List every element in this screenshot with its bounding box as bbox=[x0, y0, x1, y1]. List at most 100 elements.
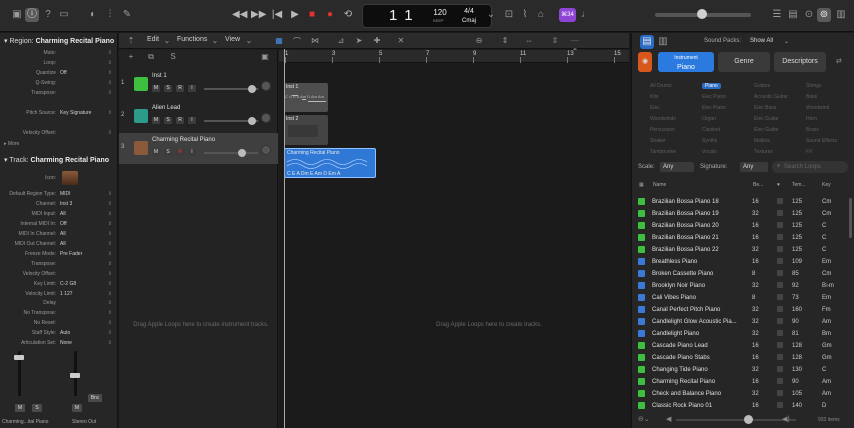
quick-help-icon[interactable]: ? bbox=[41, 8, 55, 22]
track-m-button[interactable]: M bbox=[152, 149, 160, 156]
track-row[interactable]: Delay ⇕ bbox=[0, 299, 118, 308]
filter-keyword[interactable]: Organ bbox=[702, 116, 716, 122]
stepper-icon[interactable]: ⇕ bbox=[108, 79, 112, 88]
filter-keyword[interactable]: Tambourine bbox=[650, 149, 676, 155]
filter-keyword[interactable]: Brass bbox=[806, 127, 819, 133]
row-value[interactable]: Key Signature bbox=[60, 109, 91, 118]
filter-keyword[interactable]: Strings bbox=[806, 83, 822, 89]
filter-keyword[interactable]: Elec Bass bbox=[754, 105, 776, 111]
track-row[interactable]: Articulation Set: None ⇕ bbox=[0, 339, 118, 348]
row-value[interactable]: Auto bbox=[60, 329, 70, 338]
row-value[interactable]: None bbox=[60, 339, 72, 348]
arrange-area[interactable]: Inst 1 Inst 2 Charming Recital Piano C E… bbox=[133, 64, 629, 428]
stepper-icon[interactable]: ⇕ bbox=[108, 220, 112, 229]
filter-keyword[interactable]: Woodwind bbox=[806, 105, 829, 111]
inspector-icon[interactable]: ⓘ bbox=[25, 8, 39, 22]
scale-select[interactable]: Any bbox=[660, 162, 694, 172]
loop-row[interactable]: Check and Balance Piano 32 105 Am bbox=[632, 388, 847, 400]
track-row[interactable]: Freeze Mode: Pre Fader ⇕ bbox=[0, 250, 118, 259]
track-instrument-icon[interactable] bbox=[134, 141, 148, 155]
lcd-chevron-icon[interactable]: ⌄ bbox=[484, 8, 498, 22]
col-key-header[interactable]: Key bbox=[822, 182, 831, 188]
favorite-checkbox[interactable] bbox=[777, 198, 783, 204]
more-toggle[interactable]: ▸ More bbox=[4, 141, 19, 147]
playhead[interactable] bbox=[284, 49, 285, 428]
row-value[interactable]: C-2 G8 bbox=[60, 280, 76, 289]
go-to-start-icon[interactable]: |◀ bbox=[270, 9, 284, 21]
track-pan-knob[interactable] bbox=[261, 81, 271, 91]
row-value[interactable]: Off bbox=[60, 220, 67, 229]
track-volume-knob[interactable] bbox=[248, 85, 256, 93]
track-display-icon[interactable]: ▣ bbox=[259, 52, 271, 61]
replace-icon[interactable]: ⊡ bbox=[502, 8, 516, 22]
loops-scrollbar[interactable] bbox=[849, 198, 852, 238]
track-row[interactable]: Velocity Limit: 1 127 ⇕ bbox=[0, 290, 118, 299]
loop-row[interactable]: Cascade Piano Stabs 16 128 Gm bbox=[632, 352, 847, 364]
stepper-icon[interactable]: ⇕ bbox=[108, 109, 112, 118]
view-menu[interactable]: View bbox=[225, 36, 240, 43]
stepper-icon[interactable]: ⇕ bbox=[108, 230, 112, 239]
loops-view-icon[interactable]: ▤ bbox=[640, 35, 654, 49]
tab-instrument[interactable]: Instrument Piano bbox=[658, 52, 714, 72]
timeline-ruler[interactable]: 1 3 5 7 9 11 13 15 bbox=[279, 50, 629, 63]
loop-row[interactable]: Cali Vibes Piano 8 73 Em bbox=[632, 292, 847, 304]
filter-keyword[interactable]: Elec bbox=[650, 105, 660, 111]
solo-icon[interactable]: ⌂ bbox=[534, 8, 548, 22]
track-row[interactable]: MIDI In Channel: All ⇕ bbox=[0, 230, 118, 239]
stepper-icon[interactable]: ⇕ bbox=[108, 240, 112, 249]
track-volume-slider[interactable] bbox=[204, 149, 258, 157]
stepper-icon[interactable]: ⇕ bbox=[108, 309, 112, 318]
stepper-icon[interactable]: ⇕ bbox=[108, 329, 112, 338]
duplicate-track-icon[interactable]: ⧉ bbox=[145, 52, 157, 62]
row-value[interactable]: All bbox=[60, 230, 66, 239]
toolbar-toggle-icon[interactable]: ▭ bbox=[57, 8, 71, 22]
strip1-mute-button[interactable]: M bbox=[15, 404, 25, 412]
track-name[interactable]: Inst 1 bbox=[152, 73, 167, 79]
track-i-button[interactable]: I bbox=[188, 117, 196, 124]
filter-keyword[interactable]: Mallets bbox=[754, 138, 770, 144]
play-icon[interactable]: ▶ bbox=[288, 9, 302, 21]
loop-row[interactable]: Brazilian Bossa Piano 22 32 125 C bbox=[632, 244, 847, 256]
filter-keyword[interactable]: Elec Guitar bbox=[754, 127, 779, 133]
filter-keyword[interactable]: Guitars bbox=[754, 83, 770, 89]
col-favorite-header[interactable]: ♥ bbox=[777, 182, 780, 188]
track-header-row[interactable]: 2 Alien Lead M S R I bbox=[119, 101, 278, 132]
back-icon[interactable]: ⇡ bbox=[125, 36, 137, 45]
stepper-icon[interactable]: ⇕ bbox=[108, 190, 112, 199]
metronome-icon[interactable]: ♩ bbox=[579, 8, 593, 22]
loop-row[interactable]: Brazilian Bossa Piano 21 16 125 C bbox=[632, 232, 847, 244]
waveform-zoom-icon[interactable]: ⇕ bbox=[499, 36, 511, 45]
bounce-button[interactable]: Bnc bbox=[88, 394, 102, 402]
browsers-icon[interactable]: ▥ bbox=[834, 8, 848, 22]
pointer-tool-icon[interactable]: ➤ bbox=[353, 36, 365, 45]
favorite-checkbox[interactable] bbox=[777, 222, 783, 228]
loop-row[interactable]: Brazilian Bossa Piano 20 16 125 C bbox=[632, 220, 847, 232]
favorite-checkbox[interactable] bbox=[777, 282, 783, 288]
preview-icon[interactable]: ⊖⌄ bbox=[638, 415, 650, 423]
loop-row[interactable]: Brazilian Bossa Piano 19 32 125 Cm bbox=[632, 208, 847, 220]
loop-row[interactable]: Breathless Piano 16 109 Em bbox=[632, 256, 847, 268]
track-volume-knob[interactable] bbox=[248, 117, 256, 125]
track-volume-slider[interactable] bbox=[204, 85, 258, 93]
col-beats-header[interactable]: Be... bbox=[753, 182, 763, 188]
loop-row[interactable]: Candlelight Glow Acoustic Pia... 32 90 Am bbox=[632, 316, 847, 328]
stepper-icon[interactable]: ⇕ bbox=[108, 49, 112, 58]
record-icon[interactable]: ● bbox=[323, 9, 337, 21]
filter-keyword[interactable]: Vocals bbox=[702, 149, 717, 155]
tuner-icon[interactable]: ⌇ bbox=[518, 8, 532, 22]
favorite-checkbox[interactable] bbox=[777, 378, 783, 384]
cycle-icon[interactable]: ⟲ bbox=[341, 9, 355, 21]
filter-keyword[interactable]: Clavinet bbox=[702, 127, 720, 133]
region-row[interactable]: Velocity Offset: ⇕ bbox=[0, 129, 118, 138]
row-value[interactable]: All bbox=[60, 210, 66, 219]
mixer-icon[interactable]: ⫶ bbox=[103, 8, 117, 22]
track-name[interactable]: Alien Lead bbox=[152, 105, 180, 111]
region-row[interactable]: Mute: ⇕ bbox=[0, 49, 118, 58]
strip2-mute-button[interactable]: M bbox=[72, 404, 82, 412]
favorite-checkbox[interactable] bbox=[777, 294, 783, 300]
favorite-checkbox[interactable] bbox=[777, 366, 783, 372]
track-pan-knob[interactable] bbox=[261, 113, 271, 123]
loop-row[interactable]: Cascade Piano Lead 16 128 Gm bbox=[632, 340, 847, 352]
favorite-checkbox[interactable] bbox=[777, 354, 783, 360]
signature-select[interactable]: Any bbox=[740, 162, 768, 172]
